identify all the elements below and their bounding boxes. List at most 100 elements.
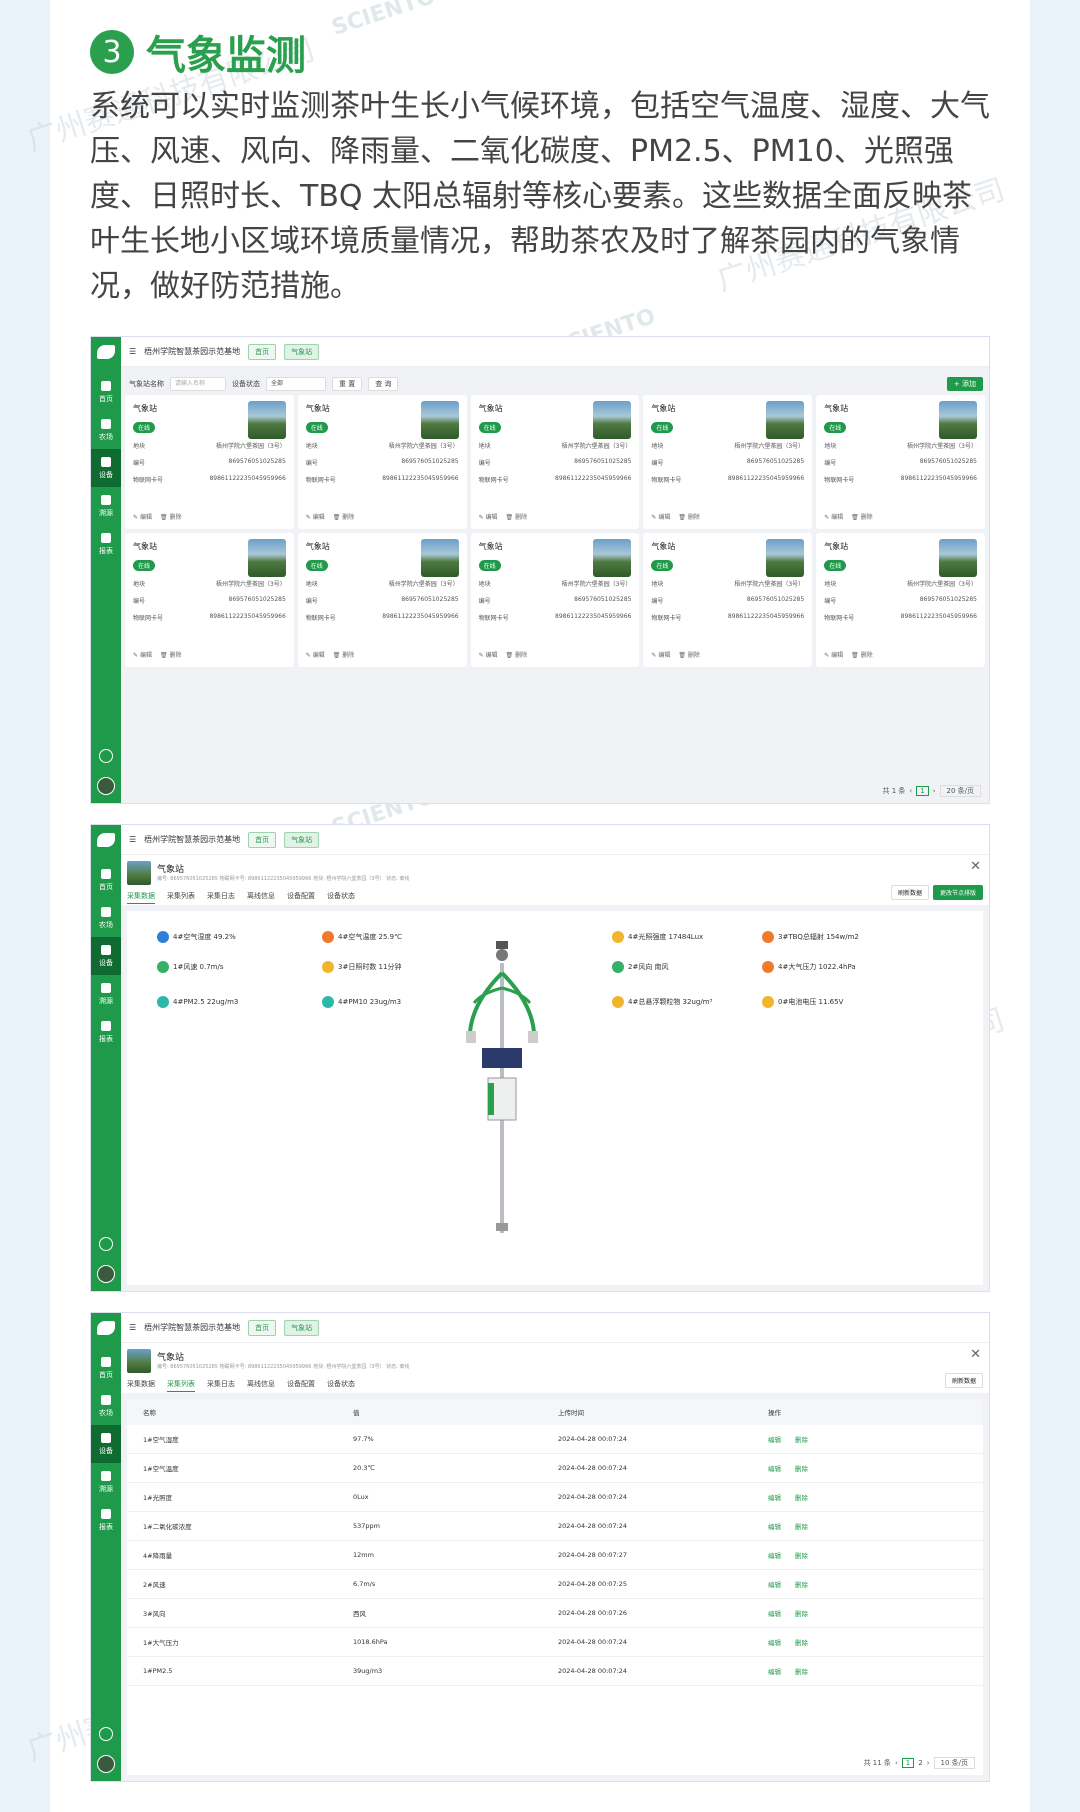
delete-link[interactable]: 删除 — [795, 1463, 808, 1473]
sidebar-item-farm[interactable]: 农场 — [91, 899, 121, 937]
query-button[interactable]: 查 询 — [368, 377, 399, 391]
chat-icon[interactable] — [99, 749, 113, 763]
tab-collected-list[interactable]: 采集列表 — [167, 1379, 195, 1392]
tab-offline-info[interactable]: 离线信息 — [247, 891, 275, 904]
station-card[interactable]: 气象站 在线 地块 梧州学院六堡茶园（3号） 编号 869576051025285 物联网卡… — [643, 533, 813, 667]
tab-station[interactable]: 气象站 — [284, 831, 320, 848]
delete-button[interactable]: 🗑 删除 — [678, 650, 700, 659]
next-icon[interactable]: › — [933, 787, 936, 795]
edit-link[interactable]: 编辑 — [768, 1521, 781, 1531]
edit-link[interactable]: 编辑 — [768, 1550, 781, 1560]
edit-button[interactable]: ✎ 编辑 — [479, 650, 498, 659]
page-1[interactable]: 1 — [901, 1758, 915, 1768]
tab-collected-data[interactable]: 采集数据 — [127, 1379, 155, 1392]
sidebar-item-farm[interactable]: 农场 — [91, 411, 121, 449]
avatar[interactable] — [97, 777, 115, 795]
tab-station[interactable]: 气象站 — [284, 343, 320, 360]
sidebar-item-trace[interactable]: 溯源 — [91, 1463, 121, 1501]
chat-icon[interactable] — [99, 1237, 113, 1251]
avatar[interactable] — [97, 1755, 115, 1773]
delete-link[interactable]: 删除 — [795, 1608, 808, 1618]
refresh-button[interactable]: 刷新数据 — [944, 1373, 983, 1388]
delete-button[interactable]: 🗑 删除 — [506, 650, 528, 659]
base-selector[interactable]: 梧州学院智慧茶园示范基地 — [144, 834, 240, 845]
sidebar-item-farm[interactable]: 农场 — [91, 1387, 121, 1425]
station-card[interactable]: 气象站 在线 地块 梧州学院六堡茶园（3号） 编号 869576051025285 物联网卡… — [816, 533, 985, 667]
tab-home[interactable]: 首页 — [248, 831, 277, 848]
edit-link[interactable]: 编辑 — [768, 1608, 781, 1618]
station-card[interactable]: 气象站 在线 地块 梧州学院六堡茶园（3号） 编号 869576051025285 物联网卡… — [125, 395, 294, 529]
menu-icon[interactable]: ☰ — [129, 835, 136, 844]
station-name-input[interactable]: 请输入名称 — [170, 377, 226, 391]
tab-collected-list[interactable]: 采集列表 — [167, 891, 195, 904]
edit-button[interactable]: ✎ 编辑 — [824, 512, 843, 521]
tab-collect-log[interactable]: 采集日志 — [207, 1379, 235, 1392]
tab-collect-log[interactable]: 采集日志 — [207, 891, 235, 904]
edit-button[interactable]: ✎ 编辑 — [133, 512, 152, 521]
sidebar-item-trace[interactable]: 溯源 — [91, 975, 121, 1013]
sidebar-item-home[interactable]: 首页 — [91, 373, 121, 411]
base-selector[interactable]: 梧州学院智慧茶园示范基地 — [144, 346, 240, 357]
station-card[interactable]: 气象站 在线 地块 梧州学院六堡茶园（3号） 编号 869576051025285 物联网卡… — [816, 395, 985, 529]
tab-collected-data[interactable]: 采集数据 — [127, 891, 155, 904]
sidebar-item-report[interactable]: 报表 — [91, 1501, 121, 1539]
status-select[interactable]: 全部 — [266, 377, 326, 391]
close-icon[interactable]: ✕ — [970, 1347, 981, 1362]
station-card[interactable]: 气象站 在线 地块 梧州学院六堡茶园（3号） 编号 869576051025285 物联网卡… — [470, 533, 640, 667]
station-card[interactable]: 气象站 在线 地块 梧州学院六堡茶园（3号） 编号 869576051025285 物联网卡… — [125, 533, 294, 667]
station-card[interactable]: 气象站 在线 地块 梧州学院六堡茶园（3号） 编号 869576051025285 物联网卡… — [297, 533, 467, 667]
page-2[interactable]: 2 — [918, 1759, 922, 1767]
tab-device-status[interactable]: 设备状态 — [327, 891, 355, 904]
next-icon[interactable]: › — [927, 1759, 930, 1767]
edit-button[interactable]: ✎ 编辑 — [306, 512, 325, 521]
delete-button[interactable]: 🗑 删除 — [851, 650, 873, 659]
sidebar-item-home[interactable]: 首页 — [91, 1349, 121, 1387]
edit-button[interactable]: ✎ 编辑 — [479, 512, 498, 521]
prev-icon[interactable]: ‹ — [895, 1759, 898, 1767]
refresh-button[interactable]: 刷新数据 — [890, 885, 929, 900]
delete-link[interactable]: 删除 — [795, 1434, 808, 1444]
delete-link[interactable]: 删除 — [795, 1666, 808, 1676]
edit-link[interactable]: 编辑 — [768, 1579, 781, 1589]
delete-button[interactable]: 🗑 删除 — [333, 512, 355, 521]
edit-button[interactable]: ✎ 编辑 — [651, 512, 670, 521]
add-button[interactable]: + 添加 — [946, 377, 983, 391]
tab-home[interactable]: 首页 — [248, 1319, 277, 1336]
tab-device-config[interactable]: 设备配置 — [287, 1379, 315, 1392]
sidebar-item-device[interactable]: 设备 — [91, 449, 121, 487]
edit-link[interactable]: 编辑 — [768, 1434, 781, 1444]
sidebar-item-trace[interactable]: 溯源 — [91, 487, 121, 525]
sidebar-item-report[interactable]: 报表 — [91, 1013, 121, 1051]
delete-button[interactable]: 🗑 删除 — [851, 512, 873, 521]
edit-button[interactable]: ✎ 编辑 — [306, 650, 325, 659]
menu-icon[interactable]: ☰ — [129, 347, 136, 356]
change-node-button[interactable]: 更改节点排版 — [932, 885, 983, 900]
close-icon[interactable]: ✕ — [970, 859, 981, 874]
delete-link[interactable]: 删除 — [795, 1492, 808, 1502]
page-size-select[interactable]: 20 条/页 — [939, 785, 981, 797]
delete-button[interactable]: 🗑 删除 — [160, 650, 182, 659]
page-size-select[interactable]: 10 条/页 — [933, 1757, 975, 1769]
reset-button[interactable]: 重 置 — [332, 377, 363, 391]
station-card[interactable]: 气象站 在线 地块 梧州学院六堡茶园（3号） 编号 869576051025285 物联网卡… — [297, 395, 467, 529]
chat-icon[interactable] — [99, 1727, 113, 1741]
delete-link[interactable]: 删除 — [795, 1550, 808, 1560]
sidebar-item-home[interactable]: 首页 — [91, 861, 121, 899]
delete-link[interactable]: 删除 — [795, 1637, 808, 1647]
edit-link[interactable]: 编辑 — [768, 1666, 781, 1676]
page-1[interactable]: 1 — [916, 786, 929, 796]
sidebar-item-device[interactable]: 设备 — [91, 1425, 121, 1463]
delete-button[interactable]: 🗑 删除 — [506, 512, 528, 521]
edit-button[interactable]: ✎ 编辑 — [824, 650, 843, 659]
tab-station[interactable]: 气象站 — [284, 1319, 320, 1336]
edit-button[interactable]: ✎ 编辑 — [133, 650, 152, 659]
delete-link[interactable]: 删除 — [795, 1521, 808, 1531]
delete-button[interactable]: 🗑 删除 — [333, 650, 355, 659]
tab-home[interactable]: 首页 — [248, 343, 277, 360]
menu-icon[interactable]: ☰ — [129, 1323, 136, 1332]
station-card[interactable]: 气象站 在线 地块 梧州学院六堡茶园（3号） 编号 869576051025285 物联网卡… — [470, 395, 640, 529]
delete-button[interactable]: 🗑 删除 — [160, 512, 182, 521]
delete-link[interactable]: 删除 — [795, 1579, 808, 1589]
edit-link[interactable]: 编辑 — [768, 1637, 781, 1647]
base-selector[interactable]: 梧州学院智慧茶园示范基地 — [144, 1322, 240, 1333]
